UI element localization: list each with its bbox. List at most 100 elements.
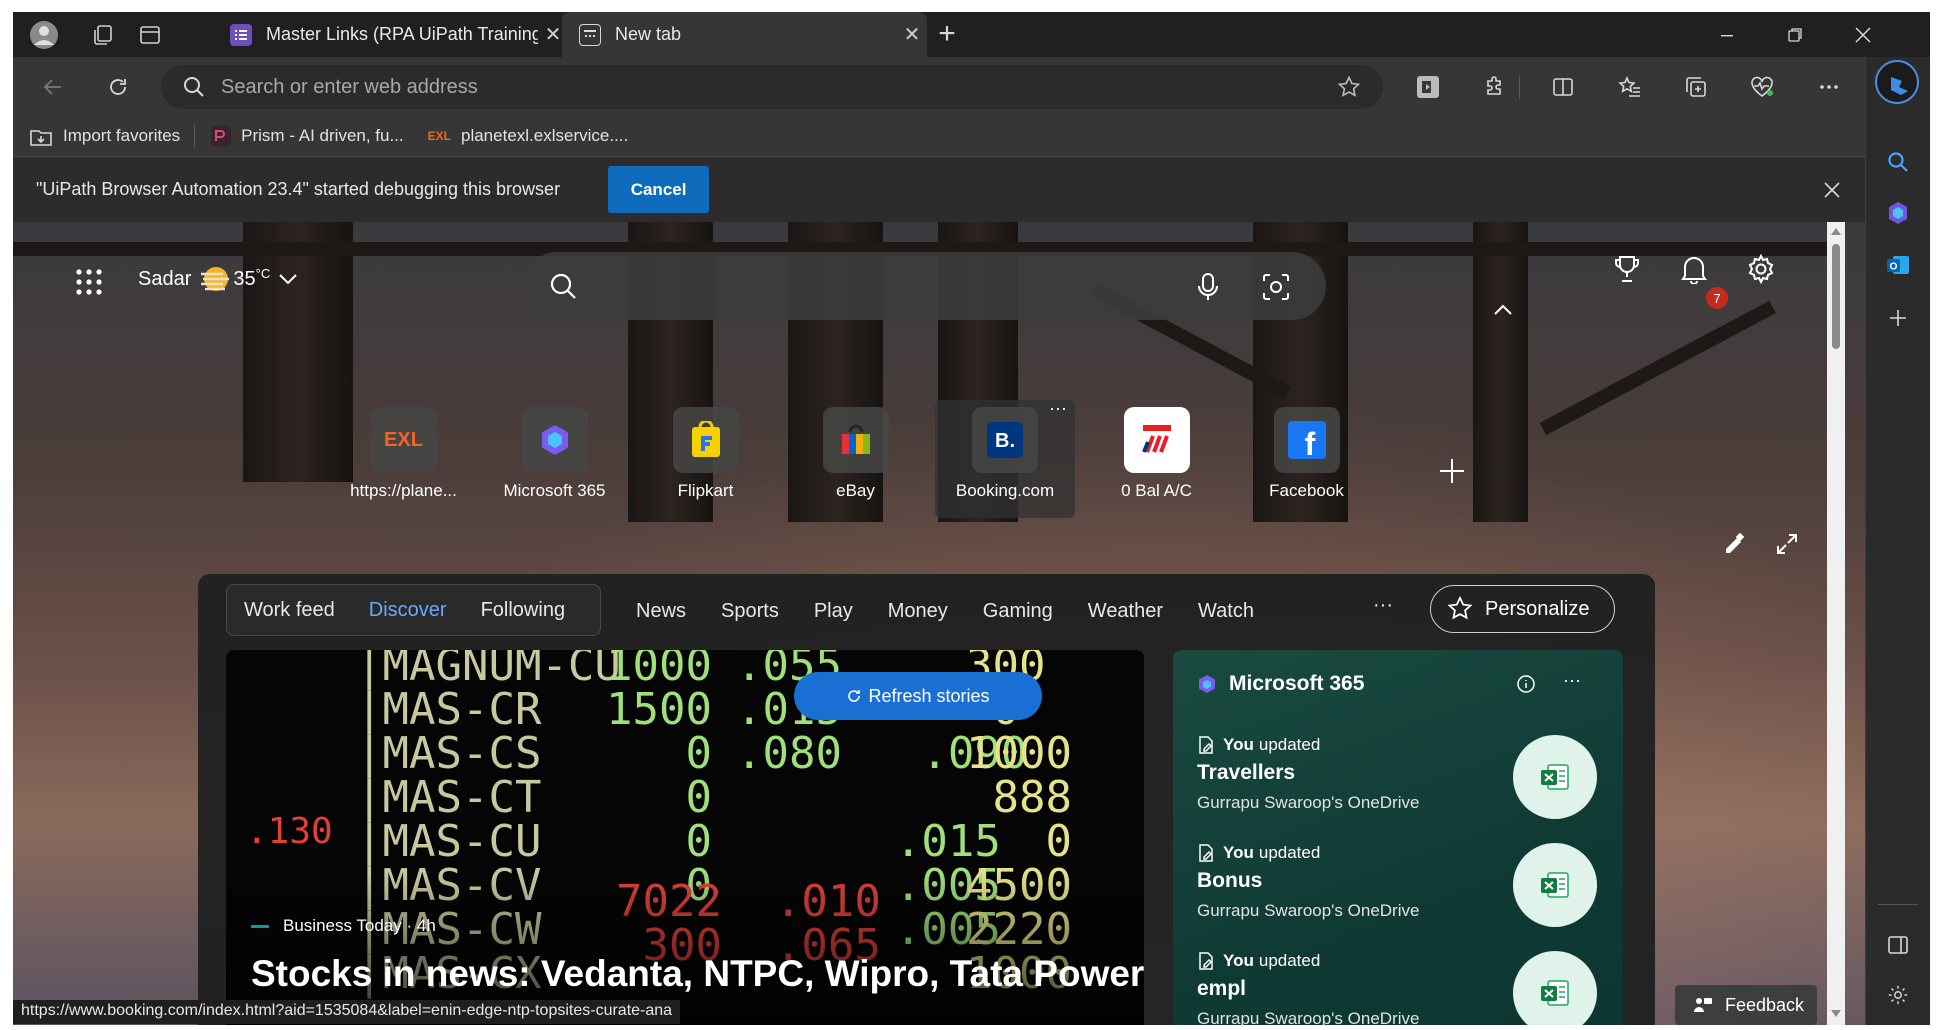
nav-gaming[interactable]: Gaming — [983, 600, 1053, 623]
quick-link-exl[interactable]: EXL https://plane... — [341, 407, 466, 517]
close-infobar-icon[interactable] — [1817, 175, 1847, 205]
m365-document-item[interactable]: You updated empl Gurrapu Swaroop's OneDr… — [1197, 951, 1597, 1025]
add-quick-link-icon[interactable] — [1438, 457, 1466, 485]
refresh-stories-button[interactable]: Refresh stories — [794, 672, 1042, 720]
browser-essentials-icon[interactable] — [1744, 69, 1780, 105]
page-scrollbar[interactable] — [1827, 222, 1845, 1025]
personalize-button[interactable]: Personalize — [1430, 585, 1615, 633]
favorite-planetexl[interactable]: EXL planetexl.exlservice.... — [428, 126, 629, 146]
scrollbar-thumb[interactable] — [1832, 244, 1840, 349]
favorites-divider — [194, 123, 196, 148]
scroll-up-arrow-icon — [1831, 228, 1841, 235]
feed-segment-control: Work feed Discover Following — [226, 584, 601, 636]
apps-launcher-icon[interactable] — [75, 268, 103, 296]
sidebar-settings-icon[interactable] — [1880, 977, 1916, 1013]
m365-document-item[interactable]: You updated Bonus Gurrapu Swaroop's OneD… — [1197, 843, 1597, 943]
visual-search-icon[interactable] — [1261, 272, 1291, 302]
collapse-chevron-icon[interactable] — [1493, 304, 1513, 316]
search-sidebar-icon[interactable] — [1880, 144, 1916, 180]
workspaces-icon[interactable] — [88, 20, 118, 50]
refresh-button[interactable] — [100, 69, 136, 105]
back-button[interactable] — [35, 69, 71, 105]
bing-copilot-icon[interactable] — [1872, 57, 1922, 107]
tab-new-tab[interactable]: New tab ✕ — [562, 12, 927, 57]
quick-link-label: Booking.com — [955, 481, 1055, 500]
sidebar-divider — [1878, 904, 1918, 905]
quick-link-label: eBay — [836, 481, 875, 500]
weather-widget[interactable]: Sadar 35 °C — [138, 264, 298, 294]
microsoft365-card: Microsoft 365 ··· You updated Travellers… — [1173, 650, 1623, 1025]
story-headline[interactable]: Stocks in news: Vedanta, NTPC, Wipro, Ta… — [251, 953, 1144, 995]
nav-news[interactable]: News — [636, 600, 686, 623]
hide-sidebar-icon[interactable] — [1880, 927, 1916, 963]
favorites-icon[interactable] — [1612, 69, 1648, 105]
edit-background-icon[interactable] — [1723, 532, 1747, 556]
microphone-icon[interactable] — [1197, 272, 1219, 302]
tab-work-feed[interactable]: Work feed — [244, 599, 335, 622]
scroll-down-arrow-icon — [1831, 1010, 1841, 1017]
profile-avatar[interactable] — [29, 20, 59, 50]
card-more-options-icon[interactable]: ··· — [1563, 670, 1581, 691]
close-window-button[interactable] — [1829, 12, 1897, 57]
info-icon[interactable] — [1516, 674, 1536, 694]
quick-link-ebay[interactable]: eBay — [793, 407, 918, 517]
add-sidebar-app-icon[interactable] — [1880, 300, 1916, 336]
address-bar[interactable]: Search or enter web address — [161, 65, 1383, 109]
rewards-trophy-icon[interactable] — [1613, 254, 1641, 284]
outlook-sidebar-icon[interactable]: O — [1880, 247, 1916, 283]
more-nav-button[interactable]: ··· — [1373, 594, 1393, 617]
extensions-icon[interactable] — [1477, 69, 1513, 105]
update-action: updated — [1258, 951, 1321, 970]
debugging-message: "UiPath Browser Automation 23.4" started… — [36, 179, 561, 199]
browser-window: Master Links (RPA UiPath Training ✕ New … — [13, 12, 1930, 1025]
microsoft365-sidebar-icon[interactable] — [1880, 195, 1916, 231]
new-tab-favicon-icon — [579, 23, 601, 46]
background-beam — [1539, 300, 1776, 436]
nav-weather[interactable]: Weather — [1088, 600, 1163, 623]
feed-nav: News Sports Play Money Gaming Weather Wa… — [636, 600, 1289, 623]
tab-close-icon[interactable]: ✕ — [897, 22, 927, 47]
m365-document-item[interactable]: You updated Travellers Gurrapu Swaroop's… — [1197, 735, 1597, 835]
quick-link-booking[interactable]: B. Booking.com ··· — [935, 398, 1075, 518]
search-icon — [183, 76, 205, 98]
favorite-star-icon[interactable] — [1337, 75, 1361, 99]
page-settings-gear-icon[interactable] — [1746, 254, 1776, 284]
new-tab-button[interactable]: + — [931, 19, 963, 50]
feedback-button[interactable]: Feedback — [1675, 985, 1817, 1025]
feedback-icon — [1693, 995, 1713, 1015]
edge-sidebar: O — [1865, 57, 1930, 1025]
story-source: Business Today · 4h — [251, 916, 436, 936]
nav-play[interactable]: Play — [814, 600, 853, 623]
quick-link-label: Facebook — [1269, 481, 1344, 500]
import-favorites[interactable]: Import favorites — [29, 125, 180, 147]
quick-link-microsoft-365[interactable]: Microsoft 365 — [492, 407, 617, 517]
collections-icon[interactable] — [1678, 69, 1714, 105]
expand-icon[interactable] — [1775, 532, 1799, 556]
uipath-extension-icon[interactable] — [1410, 69, 1446, 105]
nav-watch[interactable]: Watch — [1198, 600, 1254, 623]
web-search-box[interactable] — [523, 252, 1326, 320]
tab-following[interactable]: Following — [481, 599, 565, 622]
nav-sports[interactable]: Sports — [721, 600, 779, 623]
tab-discover[interactable]: Discover — [369, 599, 447, 622]
favorite-prism[interactable]: Prism - AI driven, fu... — [211, 125, 404, 146]
forms-favicon-icon — [230, 23, 252, 46]
search-icon — [549, 272, 577, 300]
document-edit-icon — [1197, 735, 1215, 755]
minimize-button[interactable] — [1693, 12, 1761, 57]
split-screen-icon[interactable] — [1545, 69, 1581, 105]
hero-story-card[interactable]: |MAGNUM-CU |MAS-CR |MAS-CS |MAS-CT |MAS-… — [226, 650, 1144, 1025]
settings-more-icon[interactable] — [1811, 69, 1847, 105]
notifications-bell-icon[interactable] — [1680, 254, 1708, 284]
vertical-tabs-icon[interactable] — [135, 20, 165, 50]
nav-money[interactable]: Money — [888, 600, 948, 623]
tile-more-options-icon[interactable]: ··· — [1049, 398, 1067, 419]
quick-link-kotak[interactable]: 0 Bal A/C — [1094, 407, 1219, 517]
cancel-debugging-button[interactable]: Cancel — [608, 166, 710, 213]
tab-master-links[interactable]: Master Links (RPA UiPath Training ✕ — [213, 12, 568, 57]
restore-button[interactable] — [1761, 12, 1829, 57]
quick-link-facebook[interactable]: f Facebook — [1244, 407, 1369, 517]
notification-count-badge: 7 — [1706, 287, 1728, 309]
quick-link-flipkart[interactable]: Flipkart — [643, 407, 768, 517]
microsoft365-icon — [521, 407, 588, 473]
